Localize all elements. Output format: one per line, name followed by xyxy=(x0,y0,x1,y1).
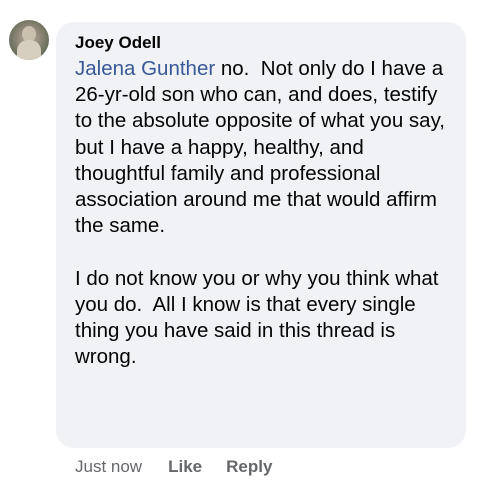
avatar[interactable] xyxy=(9,20,49,60)
mention-link[interactable]: Jalena Gunther xyxy=(75,57,215,80)
avatar-body-shape xyxy=(17,40,41,60)
comment-actions: Just now Like Reply xyxy=(75,456,296,478)
comment-bubble: Joey Odell Jalena Gunther no. Not only d… xyxy=(56,22,466,448)
comment-paragraph-1: no. Not only do I have a 26-yr-old son w… xyxy=(75,57,451,238)
comment-author-name[interactable]: Joey Odell xyxy=(75,32,450,54)
comment-paragraph-2: I do not know you or why you think what … xyxy=(75,266,445,369)
comment-timestamp[interactable]: Just now xyxy=(75,456,142,478)
like-button[interactable]: Like xyxy=(168,456,202,478)
comment-body: Jalena Gunther no. Not only do I have a … xyxy=(75,56,450,370)
reply-button[interactable]: Reply xyxy=(226,456,272,478)
